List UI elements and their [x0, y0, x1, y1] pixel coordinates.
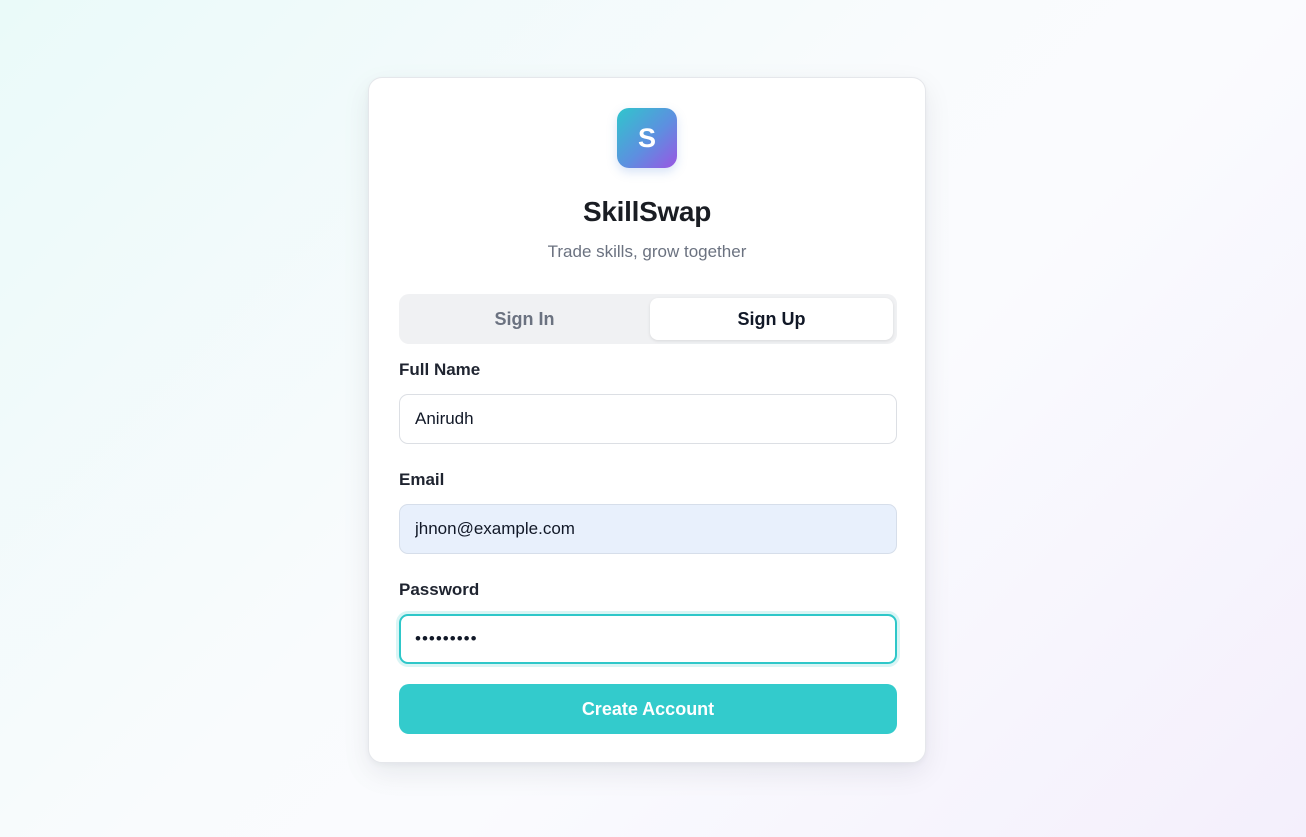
auth-card: S SkillSwap Trade skills, grow together …	[368, 77, 926, 763]
tab-sign-up[interactable]: Sign Up	[650, 298, 893, 340]
app-logo: S	[617, 108, 677, 168]
password-label: Password	[399, 580, 480, 599]
logo-letter: S	[637, 122, 656, 153]
full-name-input[interactable]	[399, 394, 897, 444]
email-input[interactable]	[399, 504, 897, 554]
tab-sign-in[interactable]: Sign In	[403, 298, 646, 340]
full-name-label: Full Name	[399, 360, 481, 379]
create-account-button[interactable]: Create Account	[399, 684, 897, 734]
password-input[interactable]	[399, 614, 897, 664]
auth-tabs: Sign In Sign Up	[399, 294, 897, 344]
app-name: SkillSwap	[582, 196, 712, 227]
email-label: Email	[399, 470, 445, 489]
app-tagline: Trade skills, grow together	[547, 242, 747, 261]
